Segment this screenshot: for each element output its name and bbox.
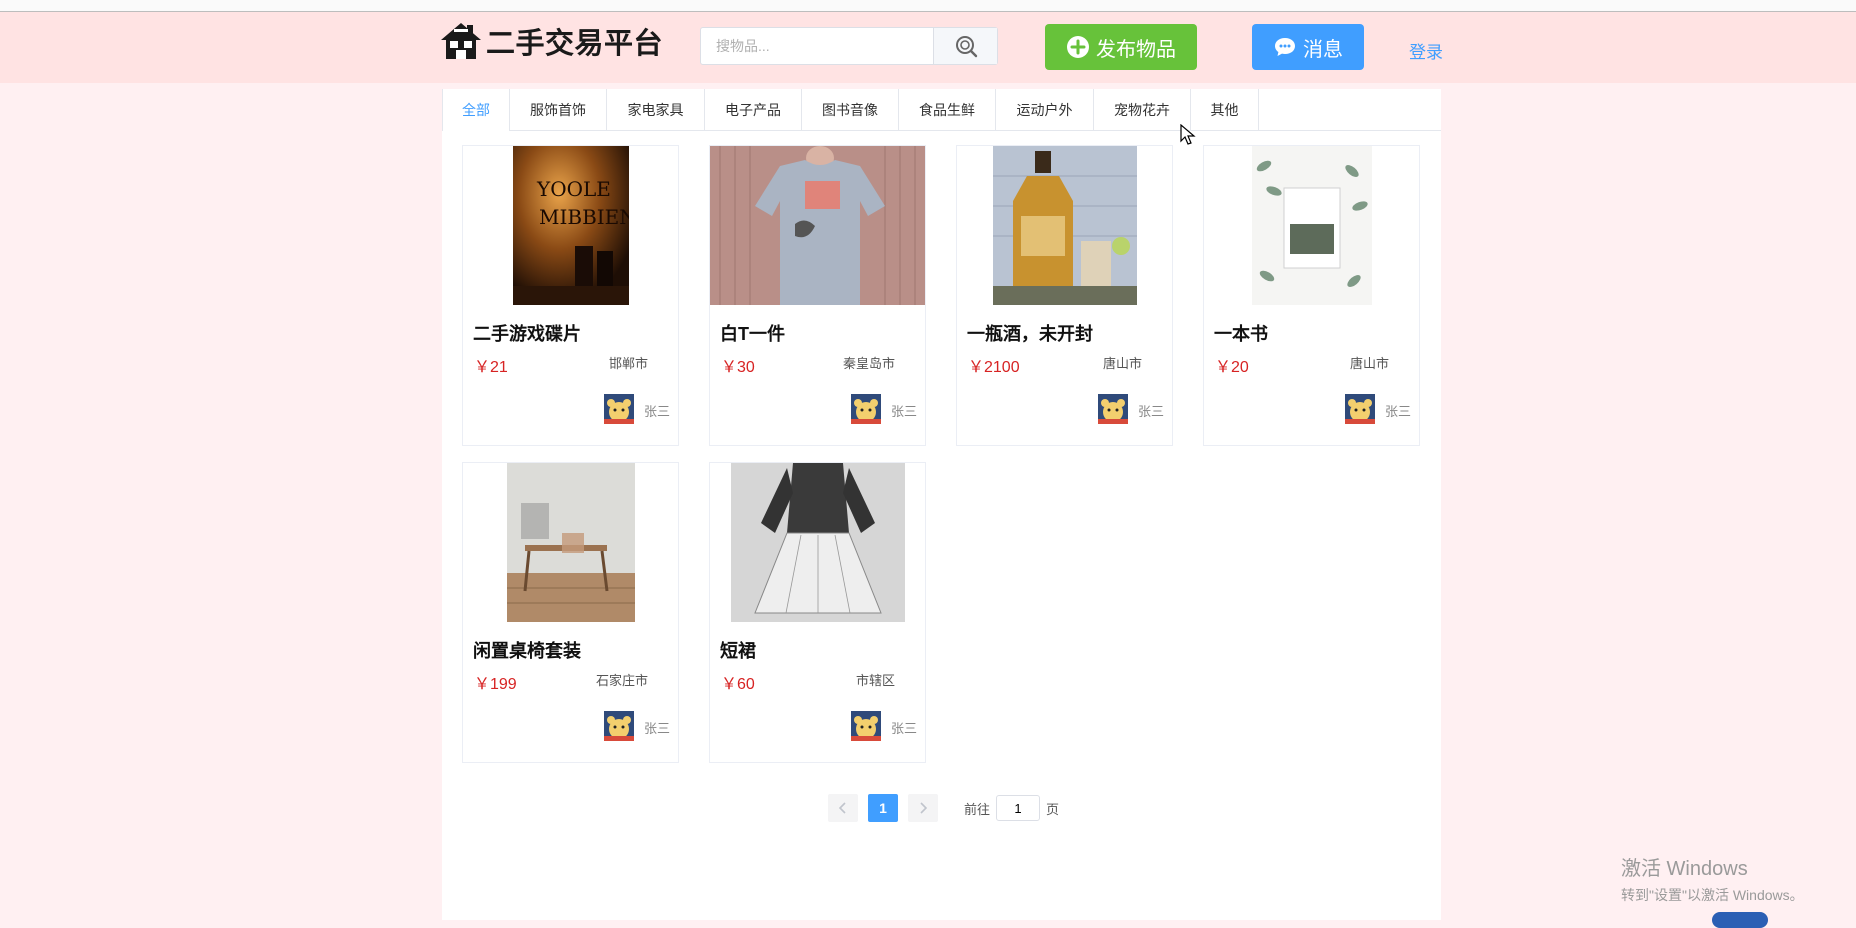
tab-electronics[interactable]: 电子产品 (705, 89, 802, 130)
product-city: 唐山市 (1102, 356, 1142, 371)
publish-item-label: 发布物品 (1096, 38, 1176, 61)
product-grid: YOOLE MIBBIEN 二手游戏碟片 ￥21 邯郸市 张三 白T一件 ￥30… (462, 145, 1422, 763)
tab-books[interactable]: 图书音像 (802, 89, 899, 130)
seller-avatar (851, 394, 881, 424)
product-price: ￥21 (474, 359, 508, 376)
product-city: 市辖区 (855, 673, 895, 688)
product-city: 秦皇岛市 (842, 356, 895, 371)
product-title: 一瓶酒，未开封 (967, 324, 1093, 344)
product-price: ￥2100 (968, 359, 1020, 376)
seller-avatar (1098, 394, 1128, 424)
seller-name: 张三 (891, 404, 918, 419)
tab-sports[interactable]: 运动户外 (996, 89, 1094, 130)
tab-clothing[interactable]: 服饰首饰 (510, 89, 607, 130)
seller-avatar (1345, 394, 1375, 424)
product-price: ￥60 (721, 676, 755, 693)
product-title: 二手游戏碟片 (473, 324, 581, 344)
site-title: 二手交易平台 (486, 28, 664, 60)
seller-avatar (851, 711, 881, 741)
seller-avatar (604, 711, 634, 741)
product-title: 白T一件 (720, 324, 785, 344)
tab-pets-flowers[interactable]: 宠物花卉 (1094, 89, 1191, 130)
seller-name: 张三 (891, 721, 918, 736)
product-image: YOOLE MIBBIEN (463, 146, 678, 305)
product-card[interactable]: YOOLE MIBBIEN 二手游戏碟片 ￥21 邯郸市 张三 (462, 145, 679, 446)
product-card[interactable]: 一瓶酒，未开封 ￥2100 唐山市 张三 (956, 145, 1173, 446)
search-button[interactable] (933, 28, 997, 64)
site-header: 二手交易平台 发布物品 消息 登录 (0, 12, 1856, 83)
search-input[interactable] (701, 28, 933, 64)
product-price: ￥20 (1215, 359, 1249, 376)
search-icon (955, 36, 977, 58)
svg-text:YOOLE: YOOLE (536, 177, 611, 201)
pagination: 1 前往 页 (828, 794, 1059, 822)
site-logo[interactable]: 二手交易平台 (440, 20, 663, 62)
product-city: 唐山市 (1349, 356, 1389, 371)
chat-icon (1275, 38, 1295, 56)
tab-other[interactable]: 其他 (1191, 89, 1259, 130)
product-image (1204, 146, 1419, 305)
product-card[interactable]: 短裙 ￥60 市辖区 张三 (709, 462, 926, 763)
search-box (700, 27, 998, 65)
product-title: 短裙 (720, 641, 756, 661)
product-title: 闲置桌椅套装 (473, 641, 581, 661)
main-content: 全部 服饰首饰 家电家具 电子产品 图书音像 食品生鲜 运动户外 宠物花卉 其他 (442, 89, 1441, 920)
product-card[interactable]: 白T一件 ￥30 秦皇岛市 张三 (709, 145, 926, 446)
windows-activation-watermark: 激活 Windows 转到"设置"以激活 Windows。 (1621, 852, 1804, 905)
seller-name: 张三 (1138, 404, 1165, 419)
messages-label: 消息 (1303, 38, 1343, 61)
chevron-left-icon (838, 802, 846, 814)
house-icon (441, 23, 481, 59)
product-image (957, 146, 1172, 305)
seller-name: 张三 (644, 721, 671, 736)
seller-avatar (604, 394, 634, 424)
product-card[interactable]: 闲置桌椅套装 ￥199 石家庄市 张三 (462, 462, 679, 763)
product-price: ￥199 (474, 676, 517, 693)
product-image (463, 463, 678, 622)
browser-top-strip (0, 0, 1856, 12)
tab-all[interactable]: 全部 (442, 89, 510, 131)
seller-name: 张三 (1385, 404, 1412, 419)
product-image (710, 146, 925, 305)
svg-text:MIBBIEN: MIBBIEN (539, 205, 629, 229)
goto-page: 前往 页 (964, 795, 1059, 821)
product-image (710, 463, 925, 622)
chevron-right-icon (920, 802, 928, 814)
publish-icon (1067, 36, 1089, 58)
watermark-subtitle: 转到"设置"以激活 Windows。 (1621, 887, 1804, 903)
next-page-button[interactable] (908, 794, 938, 822)
product-city: 石家庄市 (595, 673, 648, 688)
prev-page-button[interactable] (828, 794, 858, 822)
page-number[interactable]: 1 (868, 794, 898, 822)
messages-button[interactable]: 消息 (1252, 24, 1364, 70)
goto-prefix: 前往 (964, 801, 991, 817)
login-link[interactable]: 登录 (1409, 38, 1443, 63)
watermark-title: 激活 Windows (1621, 858, 1748, 880)
product-card[interactable]: 一本书 ￥20 唐山市 张三 (1203, 145, 1420, 446)
taskbar-tray-edge (1712, 912, 1768, 928)
product-city: 邯郸市 (608, 356, 648, 371)
product-price: ￥30 (721, 359, 755, 376)
tab-food[interactable]: 食品生鲜 (899, 89, 996, 130)
tab-appliances[interactable]: 家电家具 (607, 89, 705, 130)
goto-suffix: 页 (1046, 801, 1060, 817)
seller-name: 张三 (644, 404, 671, 419)
product-title: 一本书 (1214, 324, 1268, 344)
category-tabs: 全部 服饰首饰 家电家具 电子产品 图书音像 食品生鲜 运动户外 宠物花卉 其他 (442, 89, 1441, 131)
goto-page-input[interactable] (996, 795, 1041, 821)
publish-item-button[interactable]: 发布物品 (1045, 24, 1197, 70)
mouse-cursor-icon (1180, 124, 1196, 145)
